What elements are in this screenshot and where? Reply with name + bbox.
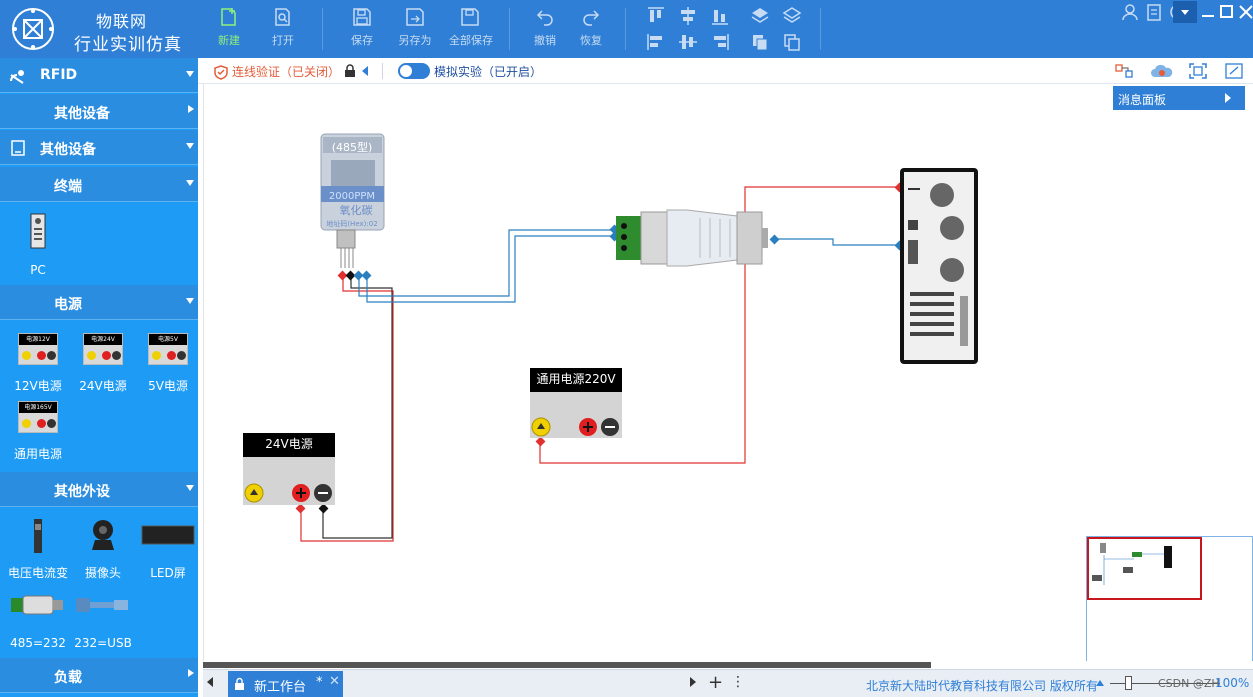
minimap-viewport[interactable] [1087,537,1202,600]
unsaved-marker: * [316,675,323,690]
sensor-name-label: 氧化碳 [340,203,373,217]
watermark-text: CSDN @ZH [1158,677,1220,690]
wire-blue-pc[interactable] [775,238,900,246]
psu-terminals-icon [244,483,332,503]
message-panel-label: 消息面板 [1118,93,1167,107]
tab-close-icon[interactable]: ✕ [329,674,340,689]
rs485-converter-device[interactable] [616,209,768,267]
wiring-diagram: (485型) 2000PPM 氧化碳 地址码(Hex):02 [295,133,978,542]
more-options-icon[interactable]: ⋮ [731,674,745,690]
zoom-up-icon[interactable] [1096,680,1104,686]
wire-blue-b[interactable] [366,235,614,303]
psu24-device[interactable] [243,457,335,505]
chevron-right-icon [1225,93,1231,103]
co2-sensor-device[interactable]: (485型) 2000PPM 氧化碳 地址码(Hex):02 [320,133,385,268]
tab-label: 新工作台 [254,680,307,695]
bottom-bar: 新工作台 * ✕ + ⋮ 北京新大陆时代教育科技有限公司 版权所有 CSDN @… [203,669,1253,697]
zoom-slider-knob[interactable] [1125,676,1132,690]
copyright-text: 北京新大陆时代教育科技有限公司 版权所有 [866,679,1098,693]
connector-pins[interactable] [295,182,905,514]
wire-blue-a[interactable] [358,229,614,297]
pc-tower-device[interactable] [900,168,978,364]
psu24-title: 24V电源 [243,433,335,457]
psu-terminals-icon [531,417,619,437]
psu220-title: 通用电源220V [530,368,622,392]
sensor-value-label: 2000PPM [329,191,375,202]
psu220-device[interactable] [530,392,622,438]
sensor-address-label: 地址码(Hex):02 [326,219,377,228]
message-panel-toggle[interactable]: 消息面板 [1113,86,1245,110]
lock-icon [235,677,244,690]
zoom-value: 100% [1215,676,1250,690]
tab-workspace[interactable]: 新工作台 * ✕ [228,671,343,697]
tab-next-icon[interactable] [690,677,696,687]
app-window: 物联网 行业实训仿真 新建 打开 保存 另存为 全部保存 撤销 恢复 ? RFI… [0,0,1253,697]
scrollbar-thumb[interactable] [203,662,931,668]
tab-prev-icon[interactable] [207,677,213,687]
add-tab-icon[interactable]: + [708,672,723,693]
sensor-type-label: (485型) [332,140,373,154]
